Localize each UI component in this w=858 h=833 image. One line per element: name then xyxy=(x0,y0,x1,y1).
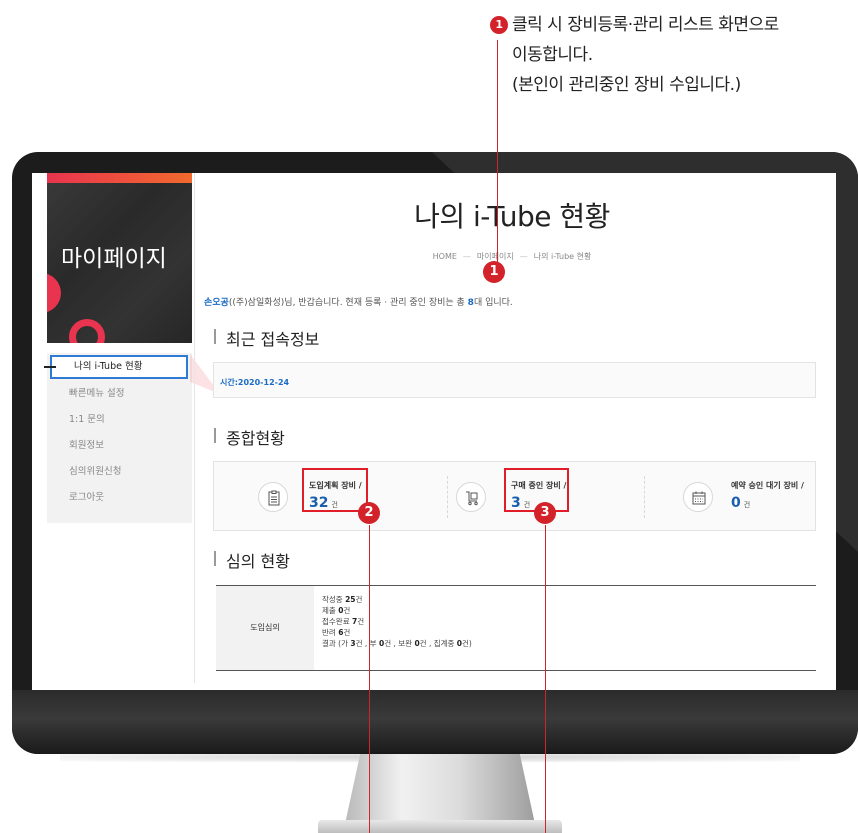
breadcrumb-separator: — xyxy=(519,252,528,261)
stage: 1 클릭 시 장비등록·관리 리스트 화면으로 이동합니다. (본인이 관리중인 … xyxy=(0,0,858,833)
greeting-text: 손오공((주)삼일화성)님, 반갑습니다. 현재 등록 · 관리 중인 장비는 … xyxy=(204,295,513,308)
decorative-ring xyxy=(69,319,105,343)
sidebar-item-quick-menu[interactable]: 빠른메뉴 설정 xyxy=(47,382,192,406)
callout-line-3: (본인이 관리중인 장비 수입니다.) xyxy=(512,75,741,95)
recent-info-box: 시간:2020-12-24 xyxy=(213,362,816,398)
monitor-stand xyxy=(345,754,535,824)
breadcrumb-separator: — xyxy=(462,252,471,261)
breadcrumb-current: 나의 i-Tube 현황 xyxy=(533,252,592,261)
review-line-submitted[interactable]: 제출 0건 xyxy=(322,605,472,616)
calendar-icon xyxy=(683,482,713,512)
callout-text-1: 클릭 시 장비등록·관리 리스트 화면으로 xyxy=(512,15,779,35)
stat-reservation-unit: 건 xyxy=(743,501,751,509)
sidebar-item-logout[interactable]: 로그아웃 xyxy=(47,486,192,510)
callout-number-badge: 1 xyxy=(490,16,508,34)
callout-line-2: 이동합니다. xyxy=(512,45,593,65)
sidebar-hero-stripe xyxy=(47,173,192,183)
sidebar-item-my-itube[interactable]: 나의 i-Tube 현황 xyxy=(44,355,188,379)
marker-3: 3 xyxy=(534,502,556,524)
user-name: 손오공 xyxy=(204,298,229,308)
stat-reservation-number: 0 xyxy=(731,495,741,511)
highlight-box-planned xyxy=(302,468,368,512)
review-line-rejected[interactable]: 반려 6건 xyxy=(322,627,472,638)
decorative-half-circle xyxy=(47,273,61,313)
section-title-summary: 종합현황 xyxy=(214,425,285,449)
callout-line-1: 1 클릭 시 장비등록·관리 리스트 화면으로 xyxy=(490,10,850,40)
clipboard-icon xyxy=(258,482,288,512)
section-title-recent: 최근 접속정보 xyxy=(214,326,319,350)
page-title: 나의 i-Tube 현황 xyxy=(414,200,610,233)
recent-time: 시간:2020-12-24 xyxy=(220,378,290,387)
sidebar-divider xyxy=(194,173,195,683)
leader-line-1 xyxy=(497,40,498,267)
sidebar-item-label: 나의 i-Tube 현황 xyxy=(74,361,143,372)
stat-reservation-label: 예약 승인 대기 장비 / xyxy=(731,481,804,490)
monitor-chin xyxy=(12,690,858,754)
section-title-review: 심의 현황 xyxy=(214,548,290,572)
stat-reservation-value[interactable]: 0건 xyxy=(731,495,750,511)
marker-2: 2 xyxy=(358,502,380,524)
greeting-body: ((주)삼일화성)님, 반갑습니다. 현재 등록 · 관리 중인 장비는 총 xyxy=(228,298,468,308)
sidebar-menu: 나의 i-Tube 현황 빠른메뉴 설정 1:1 문의 회원정보 심의위원신청 … xyxy=(44,353,192,523)
sidebar-title: 마이페이지 xyxy=(61,246,167,272)
active-dash-icon xyxy=(44,366,56,368)
leader-line-3 xyxy=(545,525,546,833)
screen: 마이페이지 나의 i-Tube 현황 빠른메뉴 설정 1:1 문의 회원정보 심… xyxy=(32,173,836,690)
greeting-tail: 대 입니다. xyxy=(473,298,513,308)
cart-icon xyxy=(456,482,486,512)
callout-annotation: 1 클릭 시 장비등록·관리 리스트 화면으로 이동합니다. (본인이 관리중인 … xyxy=(490,10,850,100)
review-lines: 작성중 25건 제출 0건 접수완료 7건 반려 6건 결과 (가 3건 , 부… xyxy=(322,594,472,649)
breadcrumb-mypage[interactable]: 마이페이지 xyxy=(477,252,514,261)
marker-1: 1 xyxy=(483,261,505,283)
review-line-writing[interactable]: 작성중 25건 xyxy=(322,594,472,605)
sidebar-item-reviewer-apply[interactable]: 심의위원신청 xyxy=(47,460,192,484)
review-table: 도입심의 작성중 25건 제출 0건 접수완료 7건 반려 6건 결과 (가 3… xyxy=(216,585,816,671)
monitor-stand-base xyxy=(318,820,562,833)
breadcrumb-home[interactable]: HOME xyxy=(433,252,457,261)
sidebar-item-member-info[interactable]: 회원정보 xyxy=(47,434,192,458)
sidebar-item-inquiry[interactable]: 1:1 문의 xyxy=(47,408,192,432)
leader-line-2 xyxy=(369,525,370,833)
stat-reservation[interactable]: 예약 승인 대기 장비 / 0건 xyxy=(614,462,814,532)
sidebar-hero: 마이페이지 xyxy=(47,173,192,343)
review-line-received[interactable]: 접수완료 7건 xyxy=(322,616,472,627)
review-line-result[interactable]: 결과 (가 3건 , 부 0건 , 보완 0건 , 집계중 0건) xyxy=(322,638,472,649)
breadcrumb: HOME — 마이페이지 — 나의 i-Tube 현황 xyxy=(197,251,827,262)
review-header: 도입심의 xyxy=(216,586,314,670)
